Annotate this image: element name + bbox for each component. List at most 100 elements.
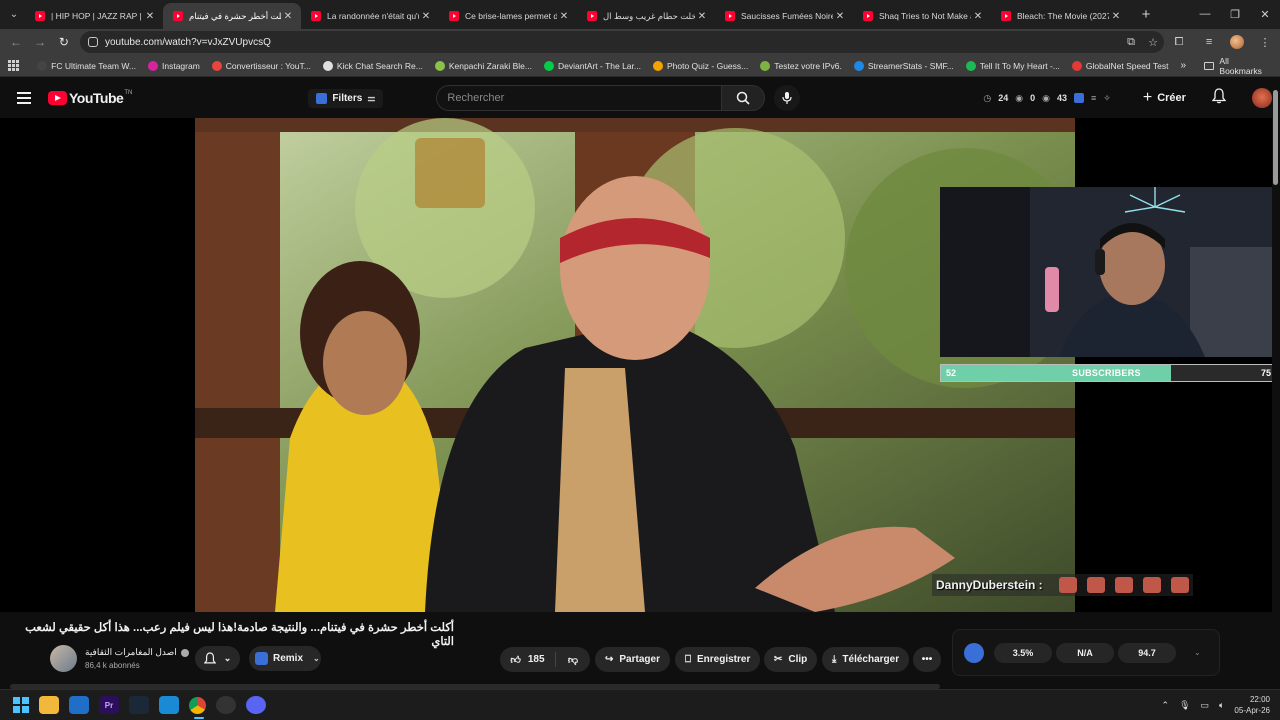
bookmark-item[interactable]: DeviantArt - The Lar...: [543, 60, 641, 71]
save-button[interactable]: ⎕ Enregistrer: [675, 647, 761, 672]
close-tab-icon[interactable]: ✕: [971, 11, 985, 22]
close-tab-icon[interactable]: ✕: [419, 11, 433, 22]
bookmark-item[interactable]: Tell It To My Heart -...: [965, 60, 1060, 71]
bookmark-item[interactable]: FC Ultimate Team W...: [37, 60, 136, 71]
outlook-icon[interactable]: [69, 696, 89, 714]
file-explorer-icon[interactable]: [39, 696, 59, 714]
chevron-up-icon[interactable]: ⌃: [1162, 700, 1170, 711]
apps-grid-icon[interactable]: [8, 59, 21, 72]
more-bookmarks-icon[interactable]: »: [1180, 60, 1186, 71]
address-bar[interactable]: youtube.com/watch?v=vJxZVUpvcsQ ⧉ ☆: [79, 31, 1165, 53]
windows-start-icon[interactable]: [13, 697, 29, 713]
bookmark-favicon-icon: [853, 60, 864, 71]
sliders-icon: ⚌: [367, 92, 376, 103]
bookmark-item[interactable]: StreamerStats - SMF...: [853, 60, 954, 71]
close-window-button[interactable]: ✕: [1250, 8, 1280, 21]
chat-overlay: DannyDuberstein :: [932, 574, 1193, 596]
media-controls-icon[interactable]: ≡: [1194, 36, 1224, 48]
remix-icon: [255, 652, 268, 665]
bookmark-item[interactable]: Kick Chat Search Re...: [322, 60, 423, 71]
microphone-icon: [782, 92, 793, 104]
back-button[interactable]: ←: [4, 35, 28, 49]
close-tab-icon[interactable]: ✕: [281, 11, 295, 22]
browser-tab[interactable]: | HIP HOP | JAZZ RAP | BO✕: [25, 3, 163, 29]
bookmark-item[interactable]: Testez votre IPv6.: [760, 60, 842, 71]
youtube-logo[interactable]: YouTube TN: [48, 90, 132, 106]
clip-button[interactable]: ✂ Clip: [764, 647, 818, 672]
bookmark-star-icon[interactable]: ☆: [1142, 36, 1164, 49]
cast-icon[interactable]: ⧉: [1120, 36, 1142, 49]
browser-tab[interactable]: أكلت أخطر حشرة في فيتنام ✕: [163, 3, 301, 29]
discord-icon[interactable]: [246, 696, 266, 714]
forward-button[interactable]: →: [28, 35, 52, 49]
subscription-bell-button[interactable]: ⌄: [195, 646, 240, 671]
minimize-button[interactable]: —: [1190, 8, 1220, 21]
network-icon[interactable]: ▭: [1201, 700, 1210, 711]
volume-icon[interactable]: 🔈︎: [1219, 700, 1224, 711]
extension-stats[interactable]: ◷ 24 ◉ 0 ◉ 43 ≡ ✧: [983, 92, 1111, 104]
channel-avatar[interactable]: [50, 645, 77, 672]
notifications-button[interactable]: [1211, 87, 1227, 109]
channel-name[interactable]: اصدل المغامرات الثقافية: [85, 647, 177, 658]
search-placeholder: Rechercher: [447, 92, 505, 104]
obs-icon[interactable]: [216, 696, 236, 714]
account-avatar[interactable]: [1251, 88, 1272, 108]
tab-search-button[interactable]: ⌄: [3, 4, 25, 26]
download-button[interactable]: ⤓ Télécharger: [822, 647, 910, 672]
filters-button[interactable]: Filters ⚌: [308, 88, 384, 108]
premiere-pro-icon[interactable]: Pr: [99, 696, 119, 714]
reload-button[interactable]: ↻: [52, 35, 76, 49]
webcam-overlay: [940, 187, 1272, 357]
bookmark-item[interactable]: Instagram: [148, 60, 200, 71]
emote-icon: [1142, 577, 1161, 593]
close-tab-icon[interactable]: ✕: [1109, 11, 1123, 22]
like-button[interactable]: 👍︎ 185: [500, 652, 556, 667]
close-tab-icon[interactable]: ✕: [833, 11, 847, 22]
iq-extension-panel[interactable]: 3.5% N/A 94.7 ⌄: [952, 629, 1220, 676]
browser-tab[interactable]: Ce brise-lames permet de ✕: [439, 3, 577, 29]
chevron-down-icon[interactable]: ⌄: [1194, 648, 1201, 657]
clock[interactable]: 22:00 05-Apr-26: [1234, 694, 1270, 716]
new-tab-button[interactable]: +: [1135, 6, 1157, 23]
close-tab-icon[interactable]: ✕: [143, 11, 157, 22]
steam-icon[interactable]: [129, 696, 149, 714]
browser-menu-icon[interactable]: ⋮: [1250, 36, 1280, 49]
search-button[interactable]: [721, 85, 766, 111]
like-count: 185: [527, 654, 545, 665]
voice-search-button[interactable]: [774, 85, 801, 111]
browser-tab[interactable]: La randonnée n'était qu'u ✕: [301, 3, 439, 29]
bookmark-item[interactable]: Convertisseur : YouT...: [211, 60, 311, 71]
youtube-favicon-icon: [449, 11, 459, 21]
search-input[interactable]: Rechercher: [436, 85, 722, 111]
share-button[interactable]: ↪ Partager: [595, 647, 670, 672]
create-button[interactable]: + Créer: [1143, 89, 1186, 107]
restore-button[interactable]: ❐: [1220, 8, 1250, 21]
bookmark-item[interactable]: GlobalNet Speed Test: [1071, 60, 1168, 71]
close-tab-icon[interactable]: ✕: [557, 11, 571, 22]
chevron-down-icon: ⌄: [313, 654, 320, 663]
close-tab-icon[interactable]: ✕: [695, 11, 709, 22]
more-actions-button[interactable]: •••: [913, 647, 941, 672]
clock-time: 22:00: [1249, 695, 1270, 704]
all-bookmarks-button[interactable]: All Bookmarks: [1204, 56, 1270, 76]
menu-icon[interactable]: [17, 92, 31, 104]
browser-tab[interactable]: Saucisses Fumées Noires ✕: [715, 3, 853, 29]
video-player[interactable]: 52 SUBSCRIBERS 75 DannyDuberstein :: [0, 118, 1272, 612]
bookmark-item[interactable]: Photo Quiz - Guess...: [652, 60, 748, 71]
chrome-icon[interactable]: [189, 696, 206, 719]
bookmark-item[interactable]: Kenpachi Zaraki Ble...: [434, 60, 532, 71]
app-icon[interactable]: [159, 696, 179, 714]
eye-icon: ◉: [1042, 92, 1051, 103]
browser-tab[interactable]: Shaq Tries to Not Make a ✕: [853, 3, 991, 29]
thumbs-up-icon: 👍︎: [510, 654, 521, 666]
page-scrollbar-thumb[interactable]: [1273, 90, 1278, 185]
remix-button[interactable]: Remix ⌄: [249, 646, 321, 671]
url-text[interactable]: youtube.com/watch?v=vJxZVUpvcsQ: [105, 37, 1120, 48]
dislike-button[interactable]: 👎︎: [556, 654, 590, 666]
site-info-icon[interactable]: [87, 37, 98, 47]
extensions-icon[interactable]: ⧠: [1164, 36, 1194, 49]
browser-tab[interactable]: دخلت حطام غريب وسط ال ✕: [577, 3, 715, 29]
profile-avatar[interactable]: [1230, 35, 1245, 49]
microphone-icon[interactable]: 🎙︎: [1179, 700, 1190, 711]
browser-tab[interactable]: Bleach: The Movie (2027) ✕: [991, 3, 1129, 29]
